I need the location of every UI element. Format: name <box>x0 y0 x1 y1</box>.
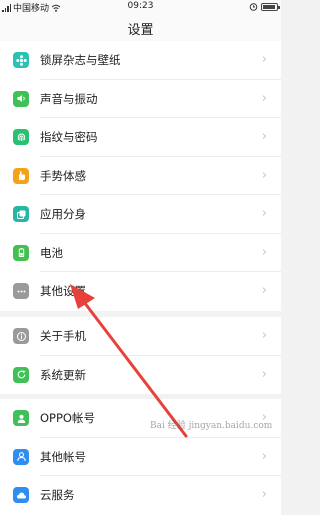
chevron-right-icon: › <box>261 52 267 67</box>
settings-row-label: OPPO帐号 <box>40 411 95 425</box>
settings-row[interactable]: 云服务 › <box>0 476 281 515</box>
chevron-right-icon: › <box>261 206 267 221</box>
settings-row[interactable]: 其他帐号 › <box>0 438 281 476</box>
settings-group-system: 关于手机 › 系统更新 › <box>0 317 281 394</box>
chevron-right-icon: › <box>261 328 267 343</box>
chevron-right-icon: › <box>261 244 267 260</box>
settings-row-label: 云服务 <box>40 488 75 502</box>
settings-row[interactable]: 其他设置 › <box>0 272 281 311</box>
app-clone-icon <box>13 206 29 222</box>
settings-row[interactable]: 声音与振动 › <box>0 80 281 118</box>
alarm-icon <box>249 3 258 11</box>
user-icon <box>13 410 29 426</box>
chevron-right-icon: › <box>261 448 267 464</box>
settings-row[interactable]: 指纹与密码 › <box>0 118 281 157</box>
chevron-right-icon: › <box>261 283 267 298</box>
settings-row-label: 其他设置 <box>40 284 86 298</box>
status-bar: 中国移动 09:23 <box>0 0 281 14</box>
status-right <box>249 2 280 11</box>
wallpaper-icon <box>13 52 29 68</box>
settings-row-label: 系统更新 <box>40 367 86 382</box>
speaker-icon <box>13 90 29 107</box>
hand-gesture-icon <box>13 167 29 184</box>
settings-row[interactable]: 系统更新 › <box>0 356 281 395</box>
chevron-right-icon: › <box>261 90 267 106</box>
settings-row[interactable]: 锁屏杂志与壁纸 › <box>0 41 281 80</box>
cloud-icon <box>13 487 29 503</box>
settings-group-display: 锁屏杂志与壁纸 › 声音与振动 › 指纹与密码 › 手势体感 › 应用分身 › 电池 › 其他设置 › <box>0 41 281 311</box>
settings-row-label: 应用分身 <box>40 207 86 221</box>
battery-indicator <box>261 2 280 11</box>
settings-group-accounts: OPPO帐号 › 其他帐号 › 云服务 › <box>0 399 281 515</box>
settings-row-label: 电池 <box>40 245 63 260</box>
settings-row[interactable]: 手势体感 › <box>0 157 281 195</box>
settings-row-label: 指纹与密码 <box>40 130 98 144</box>
settings-row-label: 关于手机 <box>40 329 86 343</box>
chevron-right-icon: › <box>261 487 267 502</box>
clock: 09:23 <box>127 1 154 11</box>
chevron-right-icon: › <box>261 167 267 183</box>
settings-row[interactable]: 应用分身 › <box>0 195 281 234</box>
update-icon <box>13 366 29 383</box>
more-dots-icon <box>13 283 29 299</box>
info-icon <box>13 328 29 344</box>
settings-row[interactable]: 关于手机 › <box>0 317 281 356</box>
chevron-right-icon: › <box>261 129 267 144</box>
settings-row[interactable]: 电池 › <box>0 234 281 272</box>
battery-icon <box>13 244 29 261</box>
settings-row-label: 锁屏杂志与壁纸 <box>40 53 121 67</box>
account-icon <box>13 448 29 465</box>
settings-row-label: 声音与振动 <box>40 91 98 106</box>
settings-row-label: 其他帐号 <box>40 449 86 464</box>
chevron-right-icon: › <box>261 366 267 382</box>
fingerprint-icon <box>13 129 29 145</box>
watermark: Bai 经验 jingyan.baidu.com <box>150 421 273 431</box>
settings-row-label: 手势体感 <box>40 168 86 183</box>
